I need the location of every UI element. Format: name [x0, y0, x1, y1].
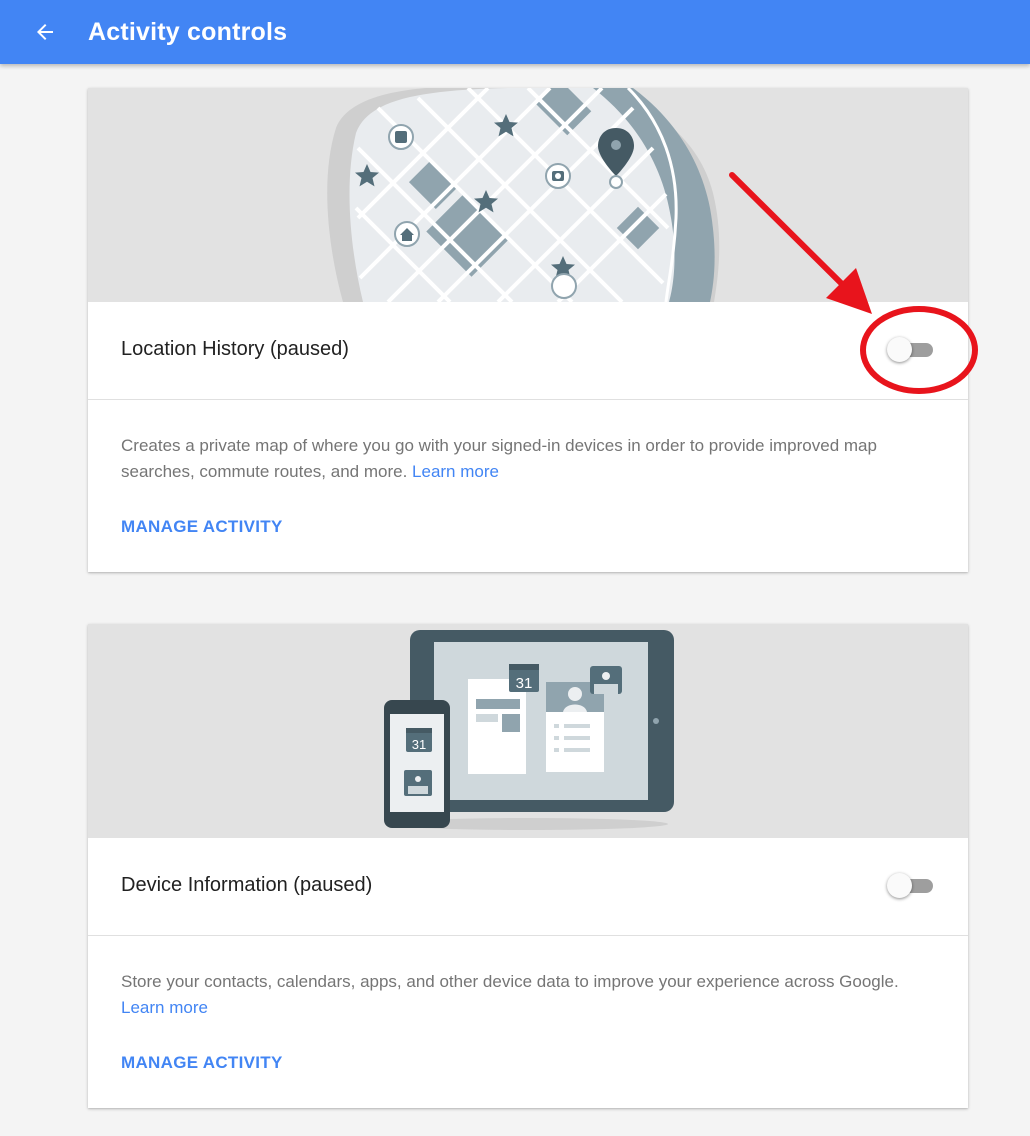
back-button[interactable]	[32, 19, 58, 45]
devices-illustration: 31 31	[88, 624, 968, 838]
device-information-toggle[interactable]	[887, 871, 935, 901]
toggle-knob	[887, 337, 912, 362]
phone-calendar-day: 31	[412, 737, 426, 752]
learn-more-link[interactable]: Learn more	[121, 998, 208, 1017]
location-history-card: Location History (paused) Creates a priv…	[88, 88, 968, 572]
toggle-knob	[887, 873, 912, 898]
location-history-label: Location History (paused)	[121, 338, 349, 360]
tablet-calendar-day: 31	[516, 675, 533, 692]
description-text: Creates a private map of where you go wi…	[121, 436, 877, 481]
location-history-toggle[interactable]	[887, 335, 935, 365]
device-information-label: Device Information (paused)	[121, 874, 373, 896]
device-information-card: 31 31 Device Information (paused) Store …	[88, 624, 968, 1108]
manage-activity-button[interactable]: MANAGE ACTIVITY	[121, 1053, 283, 1073]
arrow-left-icon	[37, 24, 53, 40]
learn-more-link[interactable]: Learn more	[412, 462, 499, 481]
app-bar: Activity controls	[0, 0, 1030, 64]
page-title: Activity controls	[88, 17, 288, 46]
location-history-description: Creates a private map of where you go wi…	[121, 433, 921, 485]
device-information-description: Store your contacts, calendars, apps, an…	[121, 969, 921, 1021]
map-illustration	[88, 88, 968, 302]
manage-activity-button[interactable]: MANAGE ACTIVITY	[121, 517, 283, 537]
location-history-row: Location History (paused)	[88, 302, 968, 400]
device-information-row: Device Information (paused)	[88, 838, 968, 936]
description-text: Store your contacts, calendars, apps, an…	[121, 972, 899, 991]
